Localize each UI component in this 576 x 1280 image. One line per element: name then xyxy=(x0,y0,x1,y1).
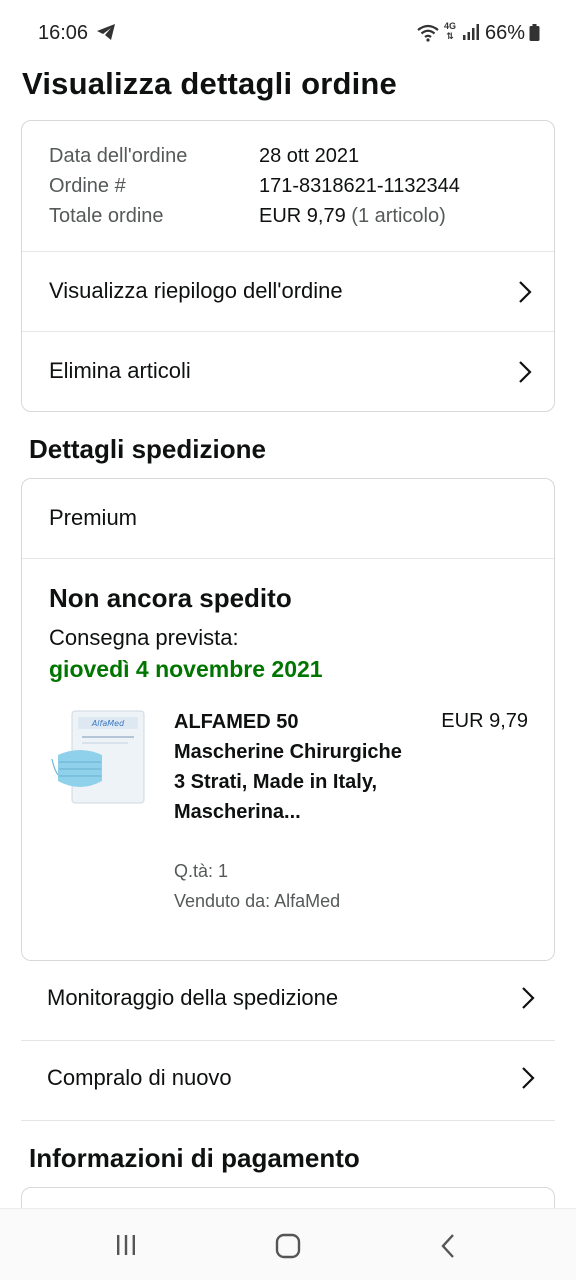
product-price: EUR 9,79 xyxy=(441,710,528,732)
track-shipment-label: Monitoraggio della spedizione xyxy=(47,985,339,1010)
order-date-value: 28 ott 2021 xyxy=(259,145,360,167)
back-icon[interactable] xyxy=(440,1233,456,1259)
product-seller: Venduto da: AlfaMed xyxy=(174,891,341,911)
page-title: Visualizza dettagli ordine xyxy=(22,66,397,101)
product-title[interactable]: ALFAMED 50 Mascherine Chirurgiche 3 Stra… xyxy=(174,707,414,827)
track-shipment-button[interactable]: Monitoraggio della spedizione xyxy=(21,960,555,1040)
recent-apps-icon[interactable] xyxy=(114,1233,138,1257)
delete-items-label: Elimina articoli xyxy=(49,358,191,383)
divider xyxy=(21,1120,555,1121)
telegram-icon xyxy=(97,24,115,40)
chevron-right-icon xyxy=(522,987,535,1009)
shipment-section-title: Dettagli spedizione xyxy=(29,434,266,464)
order-total-value: EUR 9,79 (1 articolo) xyxy=(259,205,446,228)
payment-section-title: Informazioni di pagamento xyxy=(29,1143,360,1173)
order-total-items: (1 articolo) xyxy=(351,205,446,227)
signal-icon xyxy=(463,24,479,40)
buy-again-label: Compralo di nuovo xyxy=(47,1065,232,1090)
product-quantity: Q.tà: 1 xyxy=(174,861,229,881)
chevron-right-icon xyxy=(519,361,532,383)
buy-again-button[interactable]: Compralo di nuovo xyxy=(21,1040,555,1120)
chevron-right-icon xyxy=(522,1067,535,1089)
order-number-value: 171-8318621-1132344 xyxy=(259,175,460,197)
view-order-summary-link[interactable]: Visualizza riepilogo dell'ordine xyxy=(22,252,554,332)
status-bar: 16:06 4G ⇅ 66% xyxy=(0,0,576,66)
order-date-label: Data dell'ordine xyxy=(49,145,188,167)
network-type-icon: 4G ⇅ xyxy=(443,21,456,41)
view-order-summary-label: Visualizza riepilogo dell'ordine xyxy=(49,278,343,303)
order-number-label: Ordine # xyxy=(49,175,126,197)
expected-delivery-label: Consegna prevista: xyxy=(49,625,239,650)
battery-icon xyxy=(529,24,540,41)
wifi-icon xyxy=(417,24,439,42)
battery-percentage: 66% xyxy=(485,22,526,44)
shipment-status: Non ancora spedito xyxy=(49,583,292,613)
shipping-method: Premium xyxy=(49,505,138,530)
network-type-label: 4G xyxy=(443,21,456,31)
shipment-card: Premium Non ancora spedito Consegna prev… xyxy=(21,478,555,961)
product-image[interactable]: AlfaMed xyxy=(50,707,150,807)
chevron-right-icon xyxy=(519,281,532,303)
order-total-label: Totale ordine xyxy=(49,205,164,227)
divider xyxy=(22,558,554,559)
status-time: 16:06 xyxy=(38,22,89,44)
expected-delivery-date: giovedì 4 novembre 2021 xyxy=(49,656,323,682)
delete-items-link[interactable]: Elimina articoli xyxy=(22,332,554,412)
home-icon[interactable] xyxy=(275,1233,301,1259)
order-summary-card: Data dell'ordine 28 ott 2021 Ordine # 17… xyxy=(21,120,555,412)
product-image-brand: AlfaMed xyxy=(91,719,125,728)
system-navigation-bar xyxy=(0,1208,576,1280)
order-total-amount: EUR 9,79 xyxy=(259,205,346,227)
